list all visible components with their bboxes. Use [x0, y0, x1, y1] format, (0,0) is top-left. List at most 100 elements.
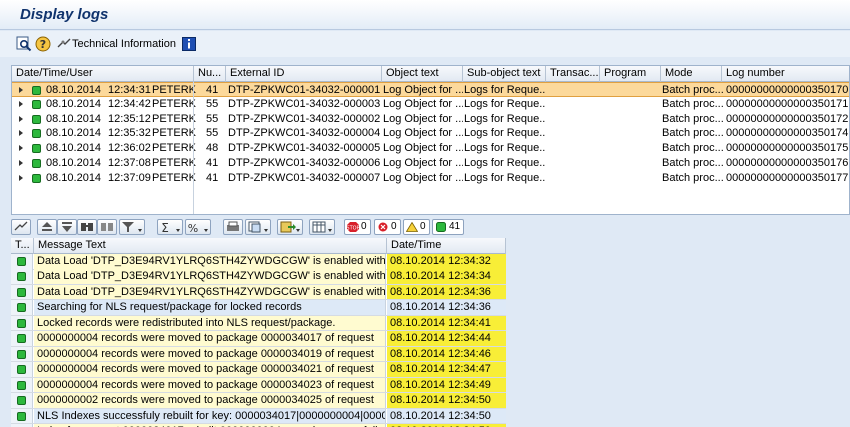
- column-header-message-datetime[interactable]: Date/Time: [387, 238, 506, 254]
- print-button[interactable]: [223, 219, 243, 235]
- log-date: 08.10.2014: [46, 157, 102, 169]
- message-row[interactable]: 0000000004 records were moved to package…: [11, 346, 506, 363]
- technical-details-button[interactable]: [11, 219, 31, 235]
- log-user: PETERK: [152, 84, 196, 96]
- log-time: 12:35:12: [108, 112, 151, 125]
- message-row[interactable]: Data Load 'DTP_D3E94RV1YLRQ6STH4ZYWDGCGW…: [11, 284, 506, 301]
- message-datetime: 08.10.2014 12:34:50: [387, 408, 506, 423]
- column-header-sub-object-text[interactable]: Sub-object text: [463, 66, 546, 82]
- log-row[interactable]: 08.10.2014 12:34:42 PETERK 55 DTP-ZPKWC01-34…: [12, 97, 849, 112]
- message-datetime: 08.10.2014 12:34:44: [387, 331, 506, 346]
- log-mode: Batch proc...: [662, 112, 724, 125]
- log-row[interactable]: 08.10.2014 12:35:32 PETERK 55 DTP-ZPKWC01-34…: [12, 126, 849, 141]
- export-button[interactable]: [277, 219, 303, 235]
- total-dropdown-icon: [176, 229, 180, 232]
- log-sub-object-text: Logs for Reque...: [464, 171, 546, 184]
- log-message-count: 55: [206, 127, 219, 140]
- find-icon[interactable]: [16, 36, 32, 52]
- layout-button[interactable]: [309, 219, 335, 235]
- technical-information-button[interactable]: Technical Information: [72, 38, 176, 50]
- log-time: 12:34:42: [108, 97, 151, 110]
- column-header-datetime-user[interactable]: Date/Time/User: [12, 66, 194, 82]
- expand-icon[interactable]: [19, 174, 23, 181]
- filter-button[interactable]: [119, 219, 145, 235]
- technical-information-icon[interactable]: [56, 36, 72, 52]
- message-row[interactable]: 0000000004 records were moved to package…: [11, 377, 506, 394]
- message-row[interactable]: 0000000004 records were moved to package…: [11, 362, 506, 378]
- expand-icon[interactable]: [19, 130, 23, 137]
- sort-descending-button[interactable]: [57, 219, 77, 235]
- log-external-id: DTP-ZPKWC01-34032-000006: [228, 157, 381, 169]
- message-datetime: 08.10.2014 12:34:32: [387, 254, 506, 269]
- error-count-button[interactable]: 0: [374, 219, 401, 235]
- tree-splitter[interactable]: [193, 82, 194, 214]
- log-row[interactable]: 08.10.2014 12:36:02 PETERK 48 DTP-ZPKWC01-34…: [12, 141, 849, 156]
- message-text: 0000000004 records were moved to package…: [34, 346, 386, 362]
- message-datetime: 08.10.2014 12:34:34: [387, 269, 506, 284]
- svg-text:%: %: [188, 222, 198, 234]
- log-row[interactable]: 08.10.2014 12:35:12 PETERK 55 DTP-ZPKWC01-34…: [12, 112, 849, 127]
- message-type-cell: [11, 346, 33, 362]
- message-text: Data Load 'DTP_D3E94RV1YLRQ6STH4ZYWDGCGW…: [34, 269, 386, 284]
- log-user: PETERK: [152, 112, 196, 125]
- application-toolbar: ? Technical Information: [0, 31, 850, 57]
- column-header-log-number[interactable]: Log number: [722, 66, 850, 82]
- log-external-id: DTP-ZPKWC01-34032-000002: [228, 112, 381, 125]
- status-green-icon: [17, 411, 26, 421]
- status-green-icon: [17, 287, 26, 297]
- message-row[interactable]: Searching for NLS request/package for lo…: [11, 300, 506, 316]
- column-header-transaction[interactable]: Transac...: [546, 66, 600, 82]
- message-datetime: 08.10.2014 12:34:46: [387, 346, 506, 362]
- message-grid: T... Message Text Date/Time Data Load 'D…: [11, 238, 506, 427]
- column-header-external-id[interactable]: External ID: [226, 66, 382, 82]
- subtotal-button[interactable]: %: [185, 219, 211, 235]
- log-row[interactable]: 08.10.2014 12:34:31 PETERK 41 DTP-ZPKWC01-34…: [12, 82, 849, 97]
- column-header-program[interactable]: Program: [600, 66, 661, 82]
- log-date: 08.10.2014: [46, 84, 102, 96]
- column-header-message-text[interactable]: Message Text: [34, 238, 387, 254]
- sort-ascending-button[interactable]: [37, 219, 57, 235]
- message-row[interactable]: 0000000002 records were moved to package…: [11, 393, 506, 409]
- print-icon: [227, 221, 239, 231]
- expand-icon[interactable]: [19, 100, 23, 107]
- page-title: Display logs: [20, 6, 109, 23]
- expand-icon[interactable]: [19, 115, 23, 122]
- warning-count-button[interactable]: 0: [403, 219, 430, 235]
- info-icon[interactable]: [181, 36, 197, 52]
- column-header-object-text[interactable]: Object text: [382, 66, 463, 82]
- status-green-icon: [17, 365, 26, 375]
- views-button[interactable]: [245, 219, 271, 235]
- message-type-cell: [11, 300, 33, 315]
- message-row[interactable]: Locked records were redistributed into N…: [11, 315, 506, 332]
- svg-text:?: ?: [40, 38, 46, 51]
- column-header-number[interactable]: Nu...: [194, 66, 226, 82]
- log-object-text: Log Object for ...: [383, 84, 463, 96]
- layout-icon: [312, 221, 326, 233]
- log-list-tree: Date/Time/User Nu... External ID Object …: [11, 65, 850, 215]
- log-sub-object-text: Logs for Reque...: [464, 142, 546, 155]
- log-mode: Batch proc...: [662, 84, 724, 96]
- export-dropdown-icon: [296, 229, 300, 232]
- log-date: 08.10.2014: [46, 171, 102, 184]
- log-row[interactable]: 08.10.2014 12:37:09 PETERK 41 DTP-ZPKWC01-34…: [12, 171, 849, 186]
- total-button[interactable]: Σ: [157, 219, 183, 235]
- success-count-button[interactable]: 41: [432, 219, 465, 235]
- find-button[interactable]: [77, 219, 97, 235]
- message-row[interactable]: 0000000004 records were moved to package…: [11, 331, 506, 347]
- expand-icon[interactable]: [19, 87, 23, 93]
- stop-error-count-button[interactable]: STOP 0: [344, 219, 371, 235]
- expand-icon[interactable]: [19, 160, 23, 166]
- column-header-mode[interactable]: Mode: [661, 66, 722, 82]
- message-row[interactable]: Data Load 'DTP_D3E94RV1YLRQ6STH4ZYWDGCGW…: [11, 254, 506, 270]
- log-row[interactable]: 08.10.2014 12:37:08 PETERK 41 DTP-ZPKWC01-34…: [12, 156, 849, 171]
- help-icon[interactable]: ?: [35, 36, 51, 52]
- log-number: 00000000000000350172: [726, 112, 849, 125]
- message-row[interactable]: Data Load 'DTP_D3E94RV1YLRQ6STH4ZYWDGCGW…: [11, 269, 506, 285]
- message-row[interactable]: NLS Indexes successfuly rebuilt for key:…: [11, 408, 506, 424]
- find-next-button[interactable]: [97, 219, 117, 235]
- message-datetime: 08.10.2014 12:34:41: [387, 315, 506, 331]
- log-object-text: Log Object for ...: [383, 142, 463, 155]
- expand-icon[interactable]: [19, 145, 23, 152]
- message-datetime: 08.10.2014 12:34:50: [387, 393, 506, 408]
- column-header-type[interactable]: T...: [11, 238, 34, 254]
